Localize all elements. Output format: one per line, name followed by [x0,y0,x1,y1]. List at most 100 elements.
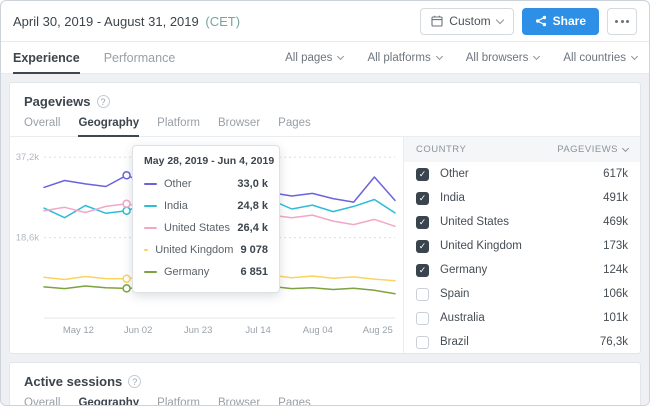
tooltip-series-name: Germany [164,266,209,278]
pageviews-subtabs: Overall Geography Platform Browser Pages [10,109,640,137]
country-table: COUNTRY PAGEVIEWS ✓Other617k✓India491k✓U… [403,137,640,353]
tooltip-title: May 28, 2019 - Jun 4, 2019 [144,155,268,167]
column-pageviews-label: PAGEVIEWS [557,144,618,155]
pageviews-body: 37,2k18,6kMay 12Jun 02Jun 23Jul 14Aug 04… [10,137,640,353]
pageviews-tab-overall[interactable]: Overall [24,117,60,136]
country-checkbox[interactable]: ✓ [416,264,429,277]
tooltip-series-name: United Kingdom [155,244,233,256]
country-rows: ✓Other617k✓India491k✓United States469k✓U… [404,162,640,354]
pageviews-tab-browser[interactable]: Browser [218,117,260,136]
table-row: ✓ United States 469k [404,210,640,234]
custom-range-label: Custom [449,14,490,28]
tooltip-series-name: India [164,200,188,212]
active-sessions-tab-geography[interactable]: Geography [78,397,139,405]
active-sessions-tab-platform[interactable]: Platform [157,397,200,405]
country-pageviews: 106k [603,288,628,300]
active-sessions-tab-browser[interactable]: Browser [218,397,260,405]
series-marker-icon [144,227,157,230]
table-row: Spain 106k [404,282,640,306]
series-marker-icon [144,205,157,208]
country-name: Germany [440,264,487,276]
main-tabs: Experience Performance [13,42,175,73]
filter-all-platforms[interactable]: All platforms [367,52,441,64]
table-row: Australia101k [404,306,640,330]
pageviews-tab-platform[interactable]: Platform [157,117,200,136]
filter-label: All browsers [466,52,529,64]
filter-label: All countries [563,52,626,64]
country-checkbox[interactable]: ✓ [416,168,429,181]
table-row: ✓United Kingdom173k [404,234,640,258]
country-pageviews: 469k [603,216,628,228]
table-row: Brazil76,3k [404,330,640,354]
svg-text:Jun 23: Jun 23 [184,325,213,336]
analytics-window: April 30, 2019 - August 31, 2019 (CET) C… [0,0,650,406]
column-pageviews-sort[interactable]: PAGEVIEWS [557,144,628,155]
country-checkbox[interactable] [416,336,429,349]
country-name: India [440,192,465,204]
tooltip-series-value: 6 851 [240,266,268,278]
pageviews-chart[interactable]: 37,2k18,6kMay 12Jun 02Jun 23Jul 14Aug 04… [10,137,403,340]
ellipsis-icon [615,20,629,23]
country-checkbox[interactable]: ✓ [416,240,429,253]
chevron-down-icon [533,53,540,60]
filter-all-browsers[interactable]: All browsers [466,52,540,64]
series-marker-icon [144,183,157,186]
topbar: April 30, 2019 - August 31, 2019 (CET) C… [1,1,649,42]
tooltip-series-value: 26,4 k [237,222,268,234]
column-country[interactable]: COUNTRY [416,144,466,155]
active-sessions-tab-pages[interactable]: Pages [278,397,311,405]
page-content: Pageviews ? Overall Geography Platform Brow… [1,74,649,405]
date-range-text: April 30, 2019 - August 31, 2019 [13,14,199,29]
country-name: United Kingdom [440,240,522,252]
chevron-down-icon [631,53,638,60]
chevron-down-icon [436,53,443,60]
tooltip-row: India 24,8 k [144,195,268,217]
main-navigation: Experience Performance All pages All platf… [1,42,649,74]
date-range: April 30, 2019 - August 31, 2019 (CET) [13,14,240,29]
question-circle-icon[interactable]: ? [97,95,110,108]
share-button[interactable]: Share [522,8,599,35]
country-checkbox[interactable] [416,288,429,301]
country-name: Spain [440,288,469,300]
tooltip-row: United Kingdom 9 078 [144,239,268,261]
svg-text:Jun 02: Jun 02 [124,325,153,336]
tooltip-series-value: 24,8 k [237,200,268,212]
country-checkbox[interactable]: ✓ [416,192,429,205]
svg-text:37,2k: 37,2k [16,152,39,163]
pageviews-tab-pages[interactable]: Pages [278,117,311,136]
filter-label: All platforms [367,52,430,64]
country-table-header: COUNTRY PAGEVIEWS [404,137,640,162]
country-name: United States [440,216,509,228]
share-icon [535,15,547,27]
active-sessions-card-header: Active sessions ? [10,363,640,389]
series-marker-icon [144,249,148,252]
active-sessions-title: Active sessions [24,374,122,389]
pageviews-tab-geography[interactable]: Geography [78,117,139,136]
chevron-down-icon [495,15,503,23]
svg-text:18,6k: 18,6k [16,233,39,244]
country-pageviews: 76,3k [600,336,628,348]
active-sessions-tab-overall[interactable]: Overall [24,397,60,405]
main-tab-performance[interactable]: Performance [104,42,176,73]
country-checkbox[interactable]: ✓ [416,216,429,229]
main-tab-experience[interactable]: Experience [13,42,80,73]
country-pageviews: 124k [603,264,628,276]
tooltip-series-value: 33,0 k [237,178,268,190]
tooltip-row: United States26,4 k [144,217,268,239]
country-checkbox[interactable] [416,312,429,325]
custom-range-button[interactable]: Custom [420,8,513,35]
share-label: Share [553,14,586,28]
country-name: Other [440,168,469,180]
active-sessions-card: Active sessions ? Overall Geography Platfo… [9,362,641,405]
question-circle-icon[interactable]: ? [128,375,141,388]
timezone-label: (CET) [205,14,240,29]
filter-all-countries[interactable]: All countries [563,52,637,64]
more-button[interactable] [607,8,637,35]
tooltip-series-name: Other [164,178,192,190]
pageviews-title: Pageviews [24,94,91,109]
filter-all-pages[interactable]: All pages [285,52,343,64]
pageviews-card: Pageviews ? Overall Geography Platform Brow… [9,82,641,354]
table-row: ✓India491k [404,186,640,210]
active-sessions-subtabs: Overall Geography Platform Browser Pages [10,389,640,405]
tooltip-series-value: 9 078 [240,244,268,256]
